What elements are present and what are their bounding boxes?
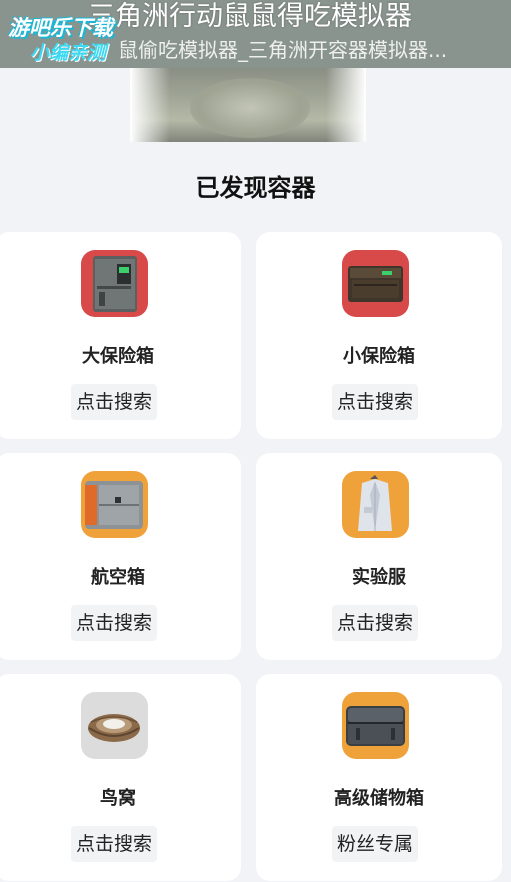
container-name: 鸟窝 [100, 788, 136, 809]
search-button[interactable]: 点击搜索 [71, 384, 157, 420]
container-card-bird-nest[interactable]: 鸟窝 点击搜索 [0, 674, 241, 881]
small-safe-icon [342, 250, 409, 317]
container-name: 航空箱 [91, 567, 145, 588]
container-card-small-safe[interactable]: 小保险箱 点击搜索 [256, 232, 502, 439]
search-button[interactable]: 点击搜索 [332, 384, 418, 420]
container-card-large-safe[interactable]: 大保险箱 点击搜索 [0, 232, 241, 439]
container-card-lab-coat[interactable]: 实验服 点击搜索 [256, 453, 502, 660]
large-safe-icon [81, 250, 148, 317]
container-card-storage-box[interactable]: 高级储物箱 粉丝专属 [256, 674, 502, 881]
container-name: 小保险箱 [343, 346, 415, 367]
lab-coat-icon [342, 471, 409, 538]
title-banner: 三角洲行动鼠鼠得吃模拟器 鼠偷吃模拟器_三角洲开容器模拟器... 游吧乐下载 小… [0, 0, 511, 68]
banner-subtitle: 鼠偷吃模拟器_三角洲开容器模拟器... [118, 38, 448, 62]
fans-only-button[interactable]: 粉丝专属 [332, 826, 418, 862]
banner-title: 三角洲行动鼠鼠得吃模拟器 [88, 1, 412, 32]
container-name: 大保险箱 [82, 346, 154, 367]
container-name: 高级储物箱 [334, 788, 424, 809]
hero-image [130, 68, 366, 142]
watermark-line2: 小编亲测 [30, 42, 107, 64]
container-card-flight-case[interactable]: 航空箱 点击搜索 [0, 453, 241, 660]
flight-case-icon [81, 471, 148, 538]
search-button[interactable]: 点击搜索 [71, 826, 157, 862]
bird-nest-icon [81, 692, 148, 759]
storage-box-icon [342, 692, 409, 759]
search-button[interactable]: 点击搜索 [332, 605, 418, 641]
section-title: 已发现容器 [195, 174, 316, 202]
search-button[interactable]: 点击搜索 [71, 605, 157, 641]
container-name: 实验服 [352, 567, 406, 588]
